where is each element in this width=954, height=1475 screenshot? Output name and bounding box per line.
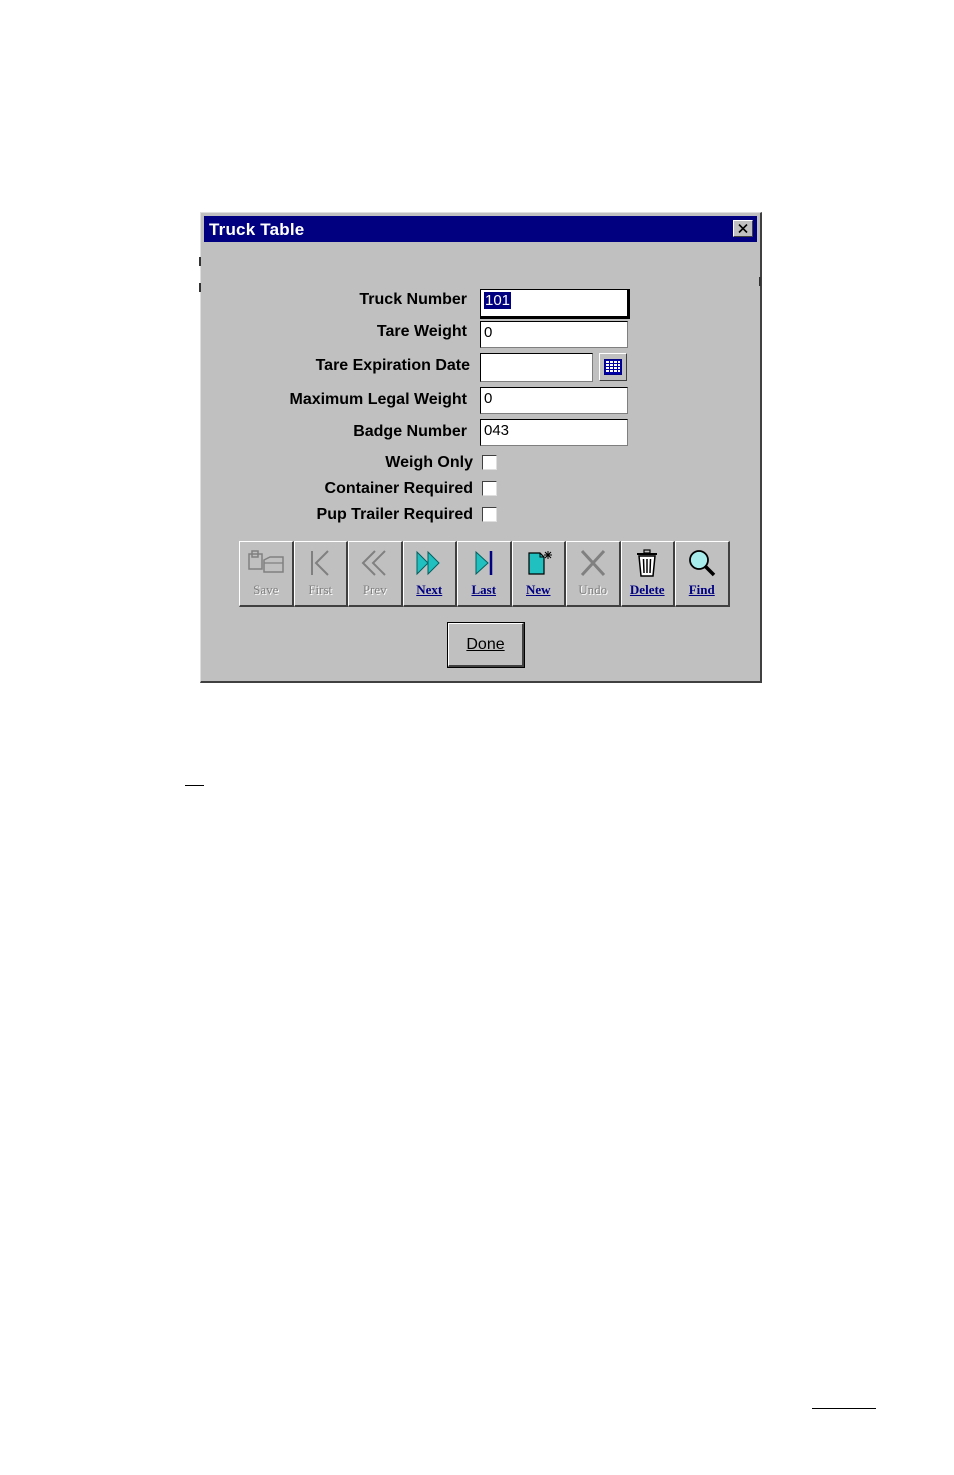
truck-table-dialog: Truck Table Truck Number Tare Weight Tar… [199,212,762,683]
truck-number-label: Truck Number [359,291,467,308]
tare-expiration-date-label: Tare Expiration Date [315,357,470,374]
last-button[interactable]: Last [457,541,512,607]
tare-weight-label: Tare Weight [376,323,467,340]
find-button-label: Find [688,582,715,597]
maximum-legal-weight-label: Maximum Legal Weight [289,391,467,408]
calendar-button[interactable] [599,353,627,381]
page-rule [185,785,204,786]
first-button-label: First [308,582,333,597]
container-required-label: Container Required [324,480,473,497]
edge-mark [199,257,201,266]
tare-weight-value: 0 [484,324,493,341]
calendar-icon [604,359,622,375]
new-button[interactable]: New [511,541,566,607]
previous-record-icon [361,550,386,576]
find-button[interactable]: Find [675,541,730,607]
save-button-label: Save [253,582,279,597]
magnifier-icon [688,550,715,577]
badge-number-value: 043 [484,422,510,439]
close-icon [738,224,748,233]
last-record-icon [475,550,492,576]
next-button[interactable]: Next [402,541,457,607]
first-record-icon [311,550,329,576]
truck-number-input[interactable]: 101 [480,289,630,319]
done-button-label: Done [466,635,505,653]
weigh-only-checkbox[interactable] [482,455,497,470]
undo-button[interactable]: Undo [566,541,621,607]
new-button-label: New [525,582,551,597]
maximum-legal-weight-value: 0 [484,390,493,407]
tare-expiration-date-input[interactable] [480,353,593,382]
edge-mark [199,283,201,292]
close-button[interactable] [733,220,753,237]
truck-number-value: 101 [484,292,512,309]
prev-button-label: Prev [362,582,387,597]
tare-weight-input[interactable]: 0 [480,321,628,348]
save-button[interactable]: Save [239,541,294,607]
maximum-legal-weight-input[interactable]: 0 [480,387,628,414]
undo-icon [580,549,605,577]
prev-button[interactable]: Prev [348,541,403,607]
new-record-icon [528,551,553,575]
next-button-label: Next [416,582,443,597]
pup-trailer-required-label: Pup Trailer Required [316,506,473,523]
title-bar[interactable]: Truck Table [204,216,757,242]
next-record-icon [416,550,440,576]
window-title: Truck Table [209,220,305,239]
done-button[interactable]: Done [447,622,525,668]
undo-button-label: Undo [578,582,608,597]
delete-button[interactable]: Delete [620,541,675,607]
record-toolbar: Save First Prev Next Last New Undo Delet… [239,541,730,607]
save-icon [248,550,284,573]
page-rule [812,1408,876,1409]
edge-mark [759,277,761,286]
last-button-label: Last [471,582,497,597]
badge-number-label: Badge Number [353,423,467,440]
container-required-checkbox[interactable] [482,481,497,496]
delete-button-label: Delete [629,582,665,597]
badge-number-input[interactable]: 043 [480,419,628,446]
pup-trailer-required-checkbox[interactable] [482,507,497,522]
first-button[interactable]: First [293,541,348,607]
trash-icon [637,549,658,577]
weigh-only-label: Weigh Only [385,454,473,471]
